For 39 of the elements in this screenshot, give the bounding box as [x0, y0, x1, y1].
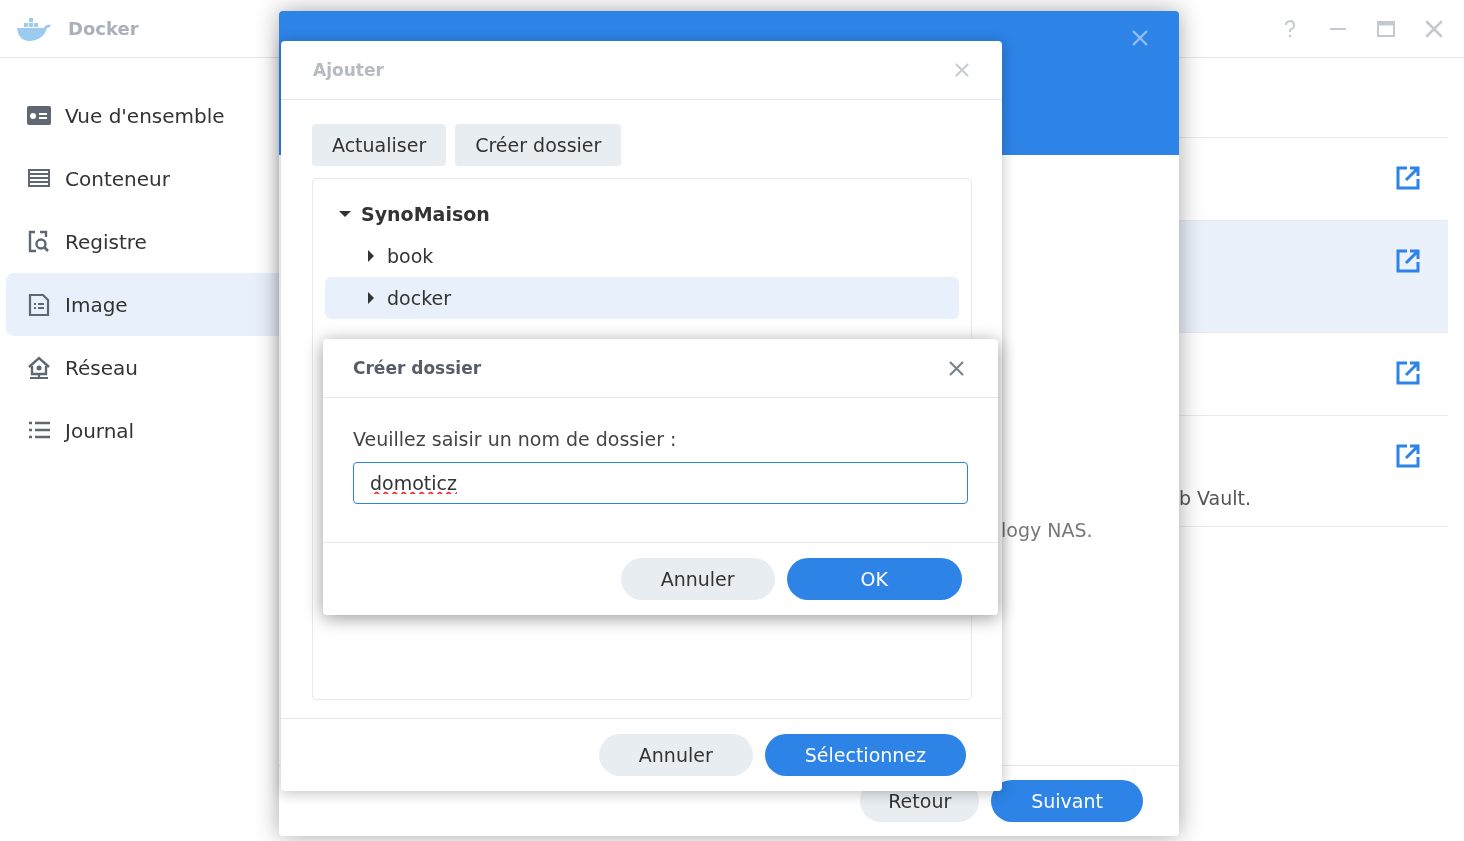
external-link-icon[interactable]	[1396, 444, 1420, 468]
sidebar-item[interactable]: Vue d'ensemble	[6, 84, 279, 147]
toolbar-button[interactable]: Créer dossier	[455, 124, 622, 166]
sidebar-item[interactable]: Journal	[6, 399, 279, 462]
close-icon[interactable]	[948, 359, 965, 377]
description-text: logy NAS.	[1001, 519, 1093, 541]
dialog-title: Ajouter	[313, 60, 385, 80]
close-icon[interactable]	[1131, 29, 1149, 47]
external-link-icon[interactable]	[1396, 361, 1420, 385]
external-link-icon[interactable]	[1396, 249, 1420, 273]
sidebar-item[interactable]: Image	[6, 273, 279, 336]
caret-right-icon[interactable]	[365, 292, 377, 304]
list-row-selected[interactable]	[1179, 220, 1448, 332]
close-icon[interactable]	[1424, 18, 1444, 39]
dialog-title: Créer dossier	[353, 358, 483, 378]
secondary-button[interactable]: Annuler	[620, 558, 775, 600]
tree-item[interactable]: SynoMaison	[325, 193, 959, 235]
sidebar-item[interactable]: Registre	[6, 210, 279, 273]
primary-button[interactable]: OK	[786, 558, 962, 600]
home-network-icon	[26, 354, 52, 381]
app-title: Docker	[68, 18, 139, 39]
maximize-icon[interactable]	[1376, 18, 1396, 39]
whale-icon	[16, 15, 52, 42]
sidebar-item[interactable]: Réseau	[6, 336, 279, 399]
external-link-icon[interactable]	[1396, 166, 1420, 190]
primary-button[interactable]: Suivant	[991, 780, 1143, 822]
document-icon	[26, 291, 52, 318]
toolbar-button[interactable]: Actualiser	[312, 124, 447, 166]
secondary-button[interactable]: Annuler	[598, 734, 753, 776]
caret-right-icon[interactable]	[365, 250, 377, 262]
sidebar-item[interactable]: Conteneur	[6, 147, 279, 210]
folder-name-field[interactable]: domoticz	[353, 462, 968, 504]
caret-down-icon[interactable]	[339, 208, 351, 220]
close-icon[interactable]	[954, 62, 970, 78]
tree-item[interactable]: docker	[325, 277, 959, 319]
field-label: Veuillez saisir un nom de dossier :	[353, 428, 678, 450]
tree-item[interactable]: book	[325, 235, 959, 277]
description-text: b Vault.	[1179, 487, 1252, 509]
primary-button[interactable]: Sélectionnez	[764, 734, 966, 776]
